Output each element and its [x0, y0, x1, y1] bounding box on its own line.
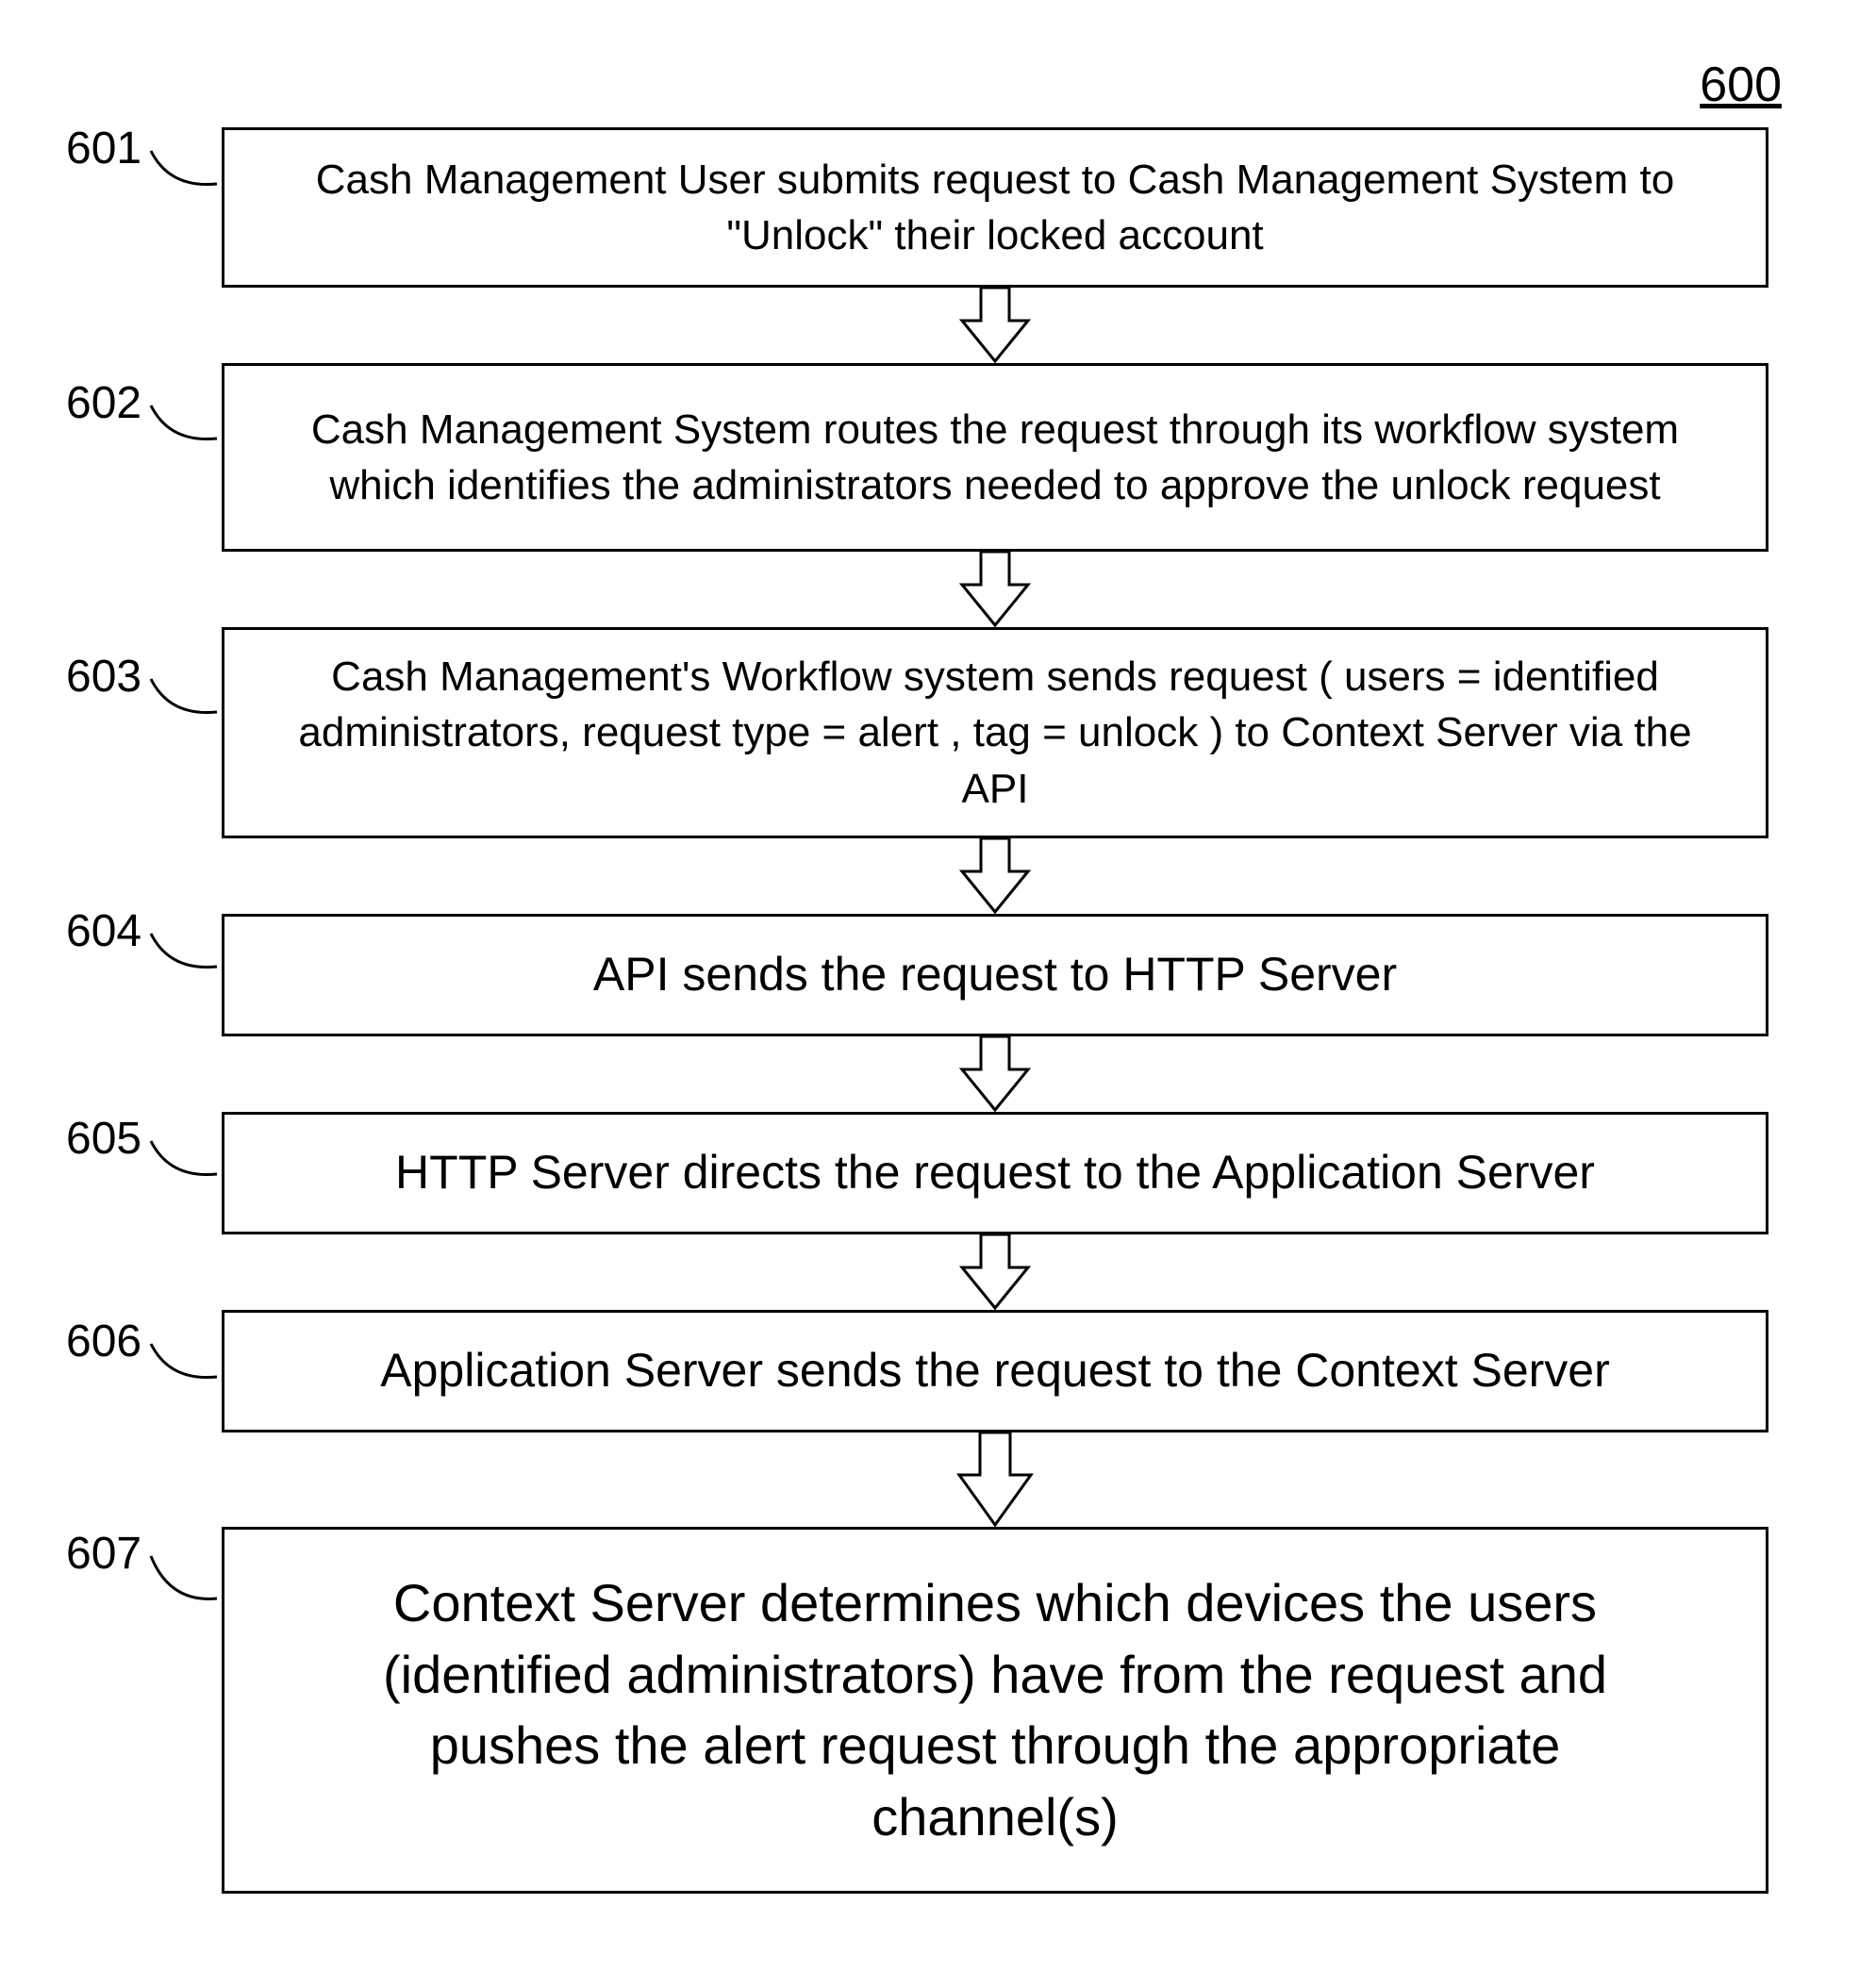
- arrow-icon: [948, 1432, 1042, 1527]
- step-label-604: 604: [66, 905, 198, 957]
- step-box-605: HTTP Server directs the request to the A…: [222, 1112, 1768, 1234]
- step-label-601: 601: [66, 123, 198, 174]
- arrow-icon: [953, 1036, 1038, 1112]
- flow-column: Cash Management User submits request to …: [217, 127, 1773, 1894]
- step-box-602: Cash Management System routes the reques…: [222, 363, 1768, 552]
- step-label-607: 607: [66, 1528, 198, 1580]
- step-box-606: Application Server sends the request to …: [222, 1310, 1768, 1432]
- arrow-icon: [953, 288, 1038, 363]
- step-label-602: 602: [66, 377, 198, 429]
- arrow-icon: [953, 838, 1038, 914]
- step-box-601: Cash Management User submits request to …: [222, 127, 1768, 288]
- step-text-605: HTTP Server directs the request to the A…: [395, 1141, 1595, 1205]
- step-text-607: Context Server determines which devices …: [375, 1567, 1615, 1852]
- step-label-603: 603: [66, 651, 198, 703]
- step-box-607: Context Server determines which devices …: [222, 1527, 1768, 1893]
- step-text-604: API sends the request to HTTP Server: [593, 943, 1397, 1007]
- step-label-605: 605: [66, 1113, 198, 1165]
- arrow-icon: [953, 552, 1038, 627]
- step-text-602: Cash Management System routes the reques…: [262, 402, 1728, 514]
- diagram-page: 600 601 602 603 604 605 606 607 Cash Man…: [0, 0, 1876, 1987]
- figure-number: 600: [1700, 57, 1782, 113]
- step-text-603: Cash Management's Workflow system sends …: [262, 649, 1728, 817]
- step-text-606: Application Server sends the request to …: [380, 1339, 1610, 1403]
- arrow-icon: [953, 1234, 1038, 1310]
- step-box-603: Cash Management's Workflow system sends …: [222, 627, 1768, 838]
- step-text-601: Cash Management User submits request to …: [262, 152, 1728, 264]
- step-label-606: 606: [66, 1316, 198, 1367]
- step-box-604: API sends the request to HTTP Server: [222, 914, 1768, 1036]
